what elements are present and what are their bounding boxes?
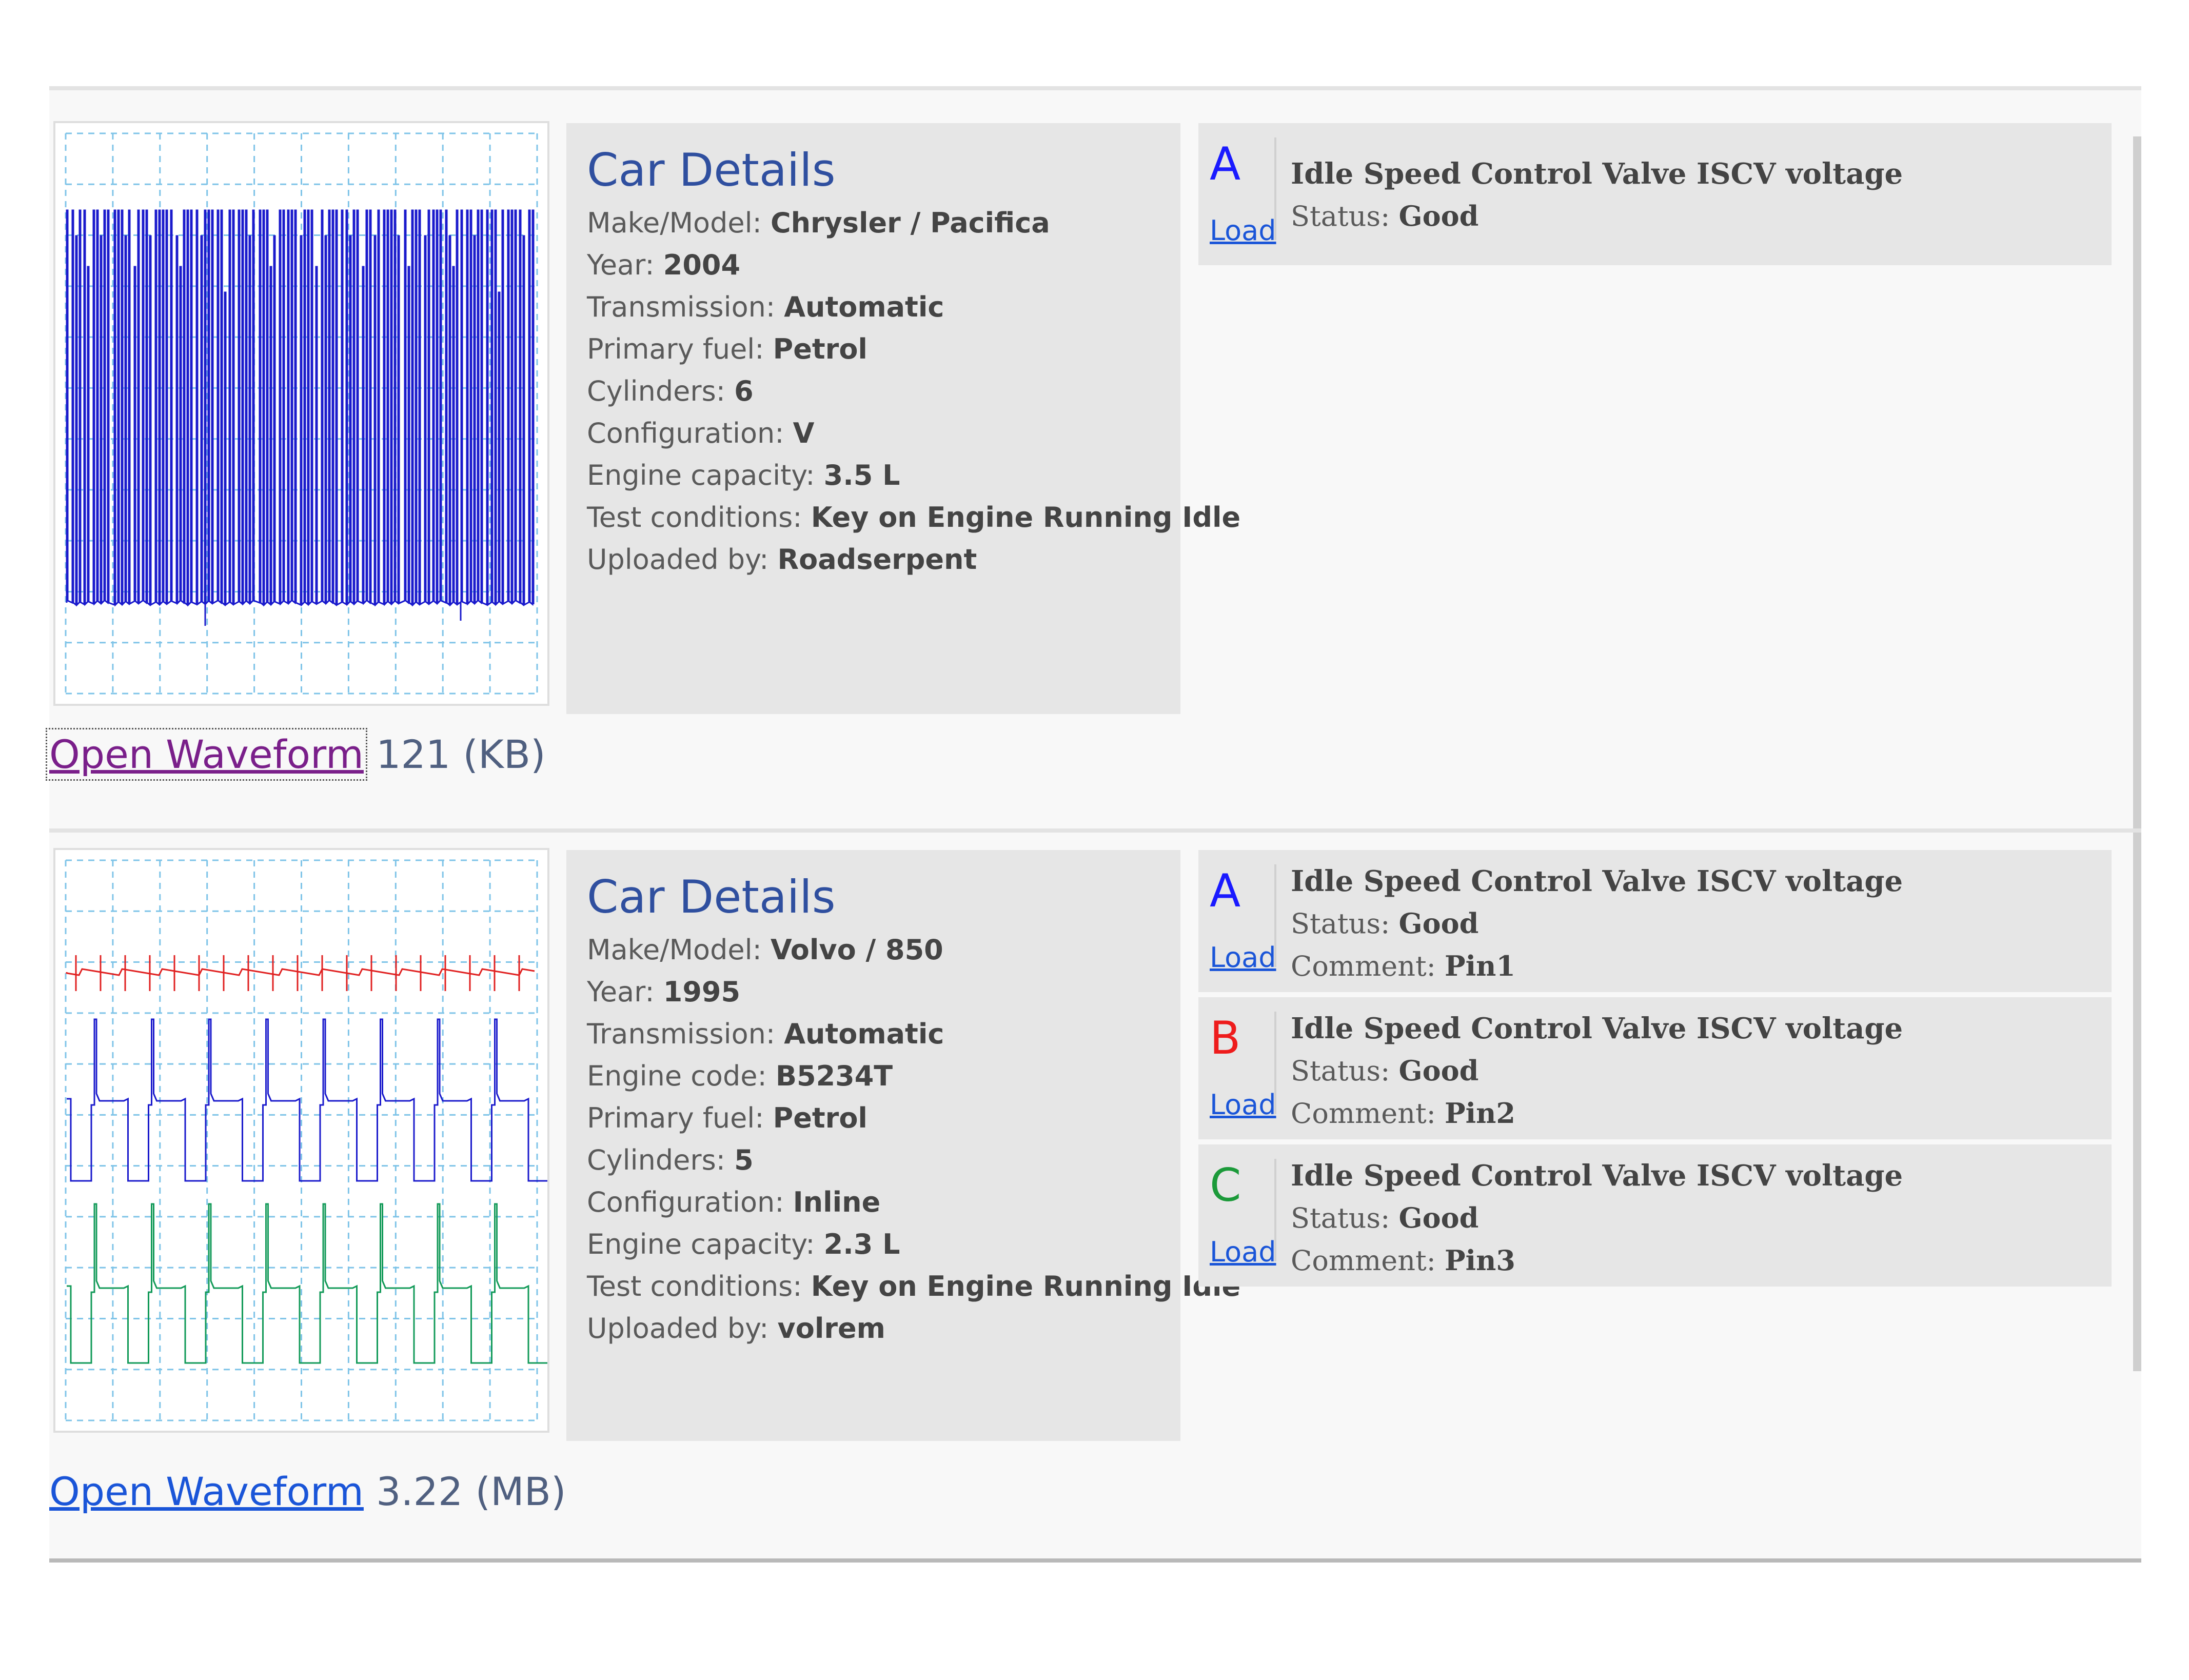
- channel-status: Status: Good: [1291, 200, 1479, 232]
- channel-letter: A: [1210, 864, 1241, 917]
- channel-comment: Comment: Pin3: [1291, 1244, 1515, 1277]
- channel-info: Idle Speed Control Valve ISCV voltage St…: [1291, 153, 1903, 238]
- divider: [1274, 864, 1276, 967]
- load-link[interactable]: Load: [1210, 214, 1276, 247]
- channel-letter: A: [1210, 137, 1241, 190]
- file-size: 121 (KB): [376, 732, 546, 777]
- detail-make-model: Make/Model: Volvo / 850: [587, 934, 943, 966]
- channel-letter: B: [1210, 1012, 1241, 1064]
- detail-test-conditions: Test conditions: Key on Engine Running I…: [587, 1270, 1241, 1302]
- waveform-record-1: Car Details Make/Model: Chrysler / Pacif…: [46, 86, 2141, 837]
- open-waveform-link[interactable]: Open Waveform: [49, 1469, 364, 1514]
- car-details-title: Car Details: [587, 871, 836, 923]
- channel-title: Idle Speed Control Valve ISCV voltage: [1291, 1012, 1903, 1045]
- detail-cylinders: Cylinders: 6: [587, 375, 754, 407]
- waveform-trace-a: [67, 1018, 547, 1182]
- divider: [1274, 137, 1276, 240]
- detail-primary-fuel: Primary fuel: Petrol: [587, 333, 867, 365]
- channel-status: Status: Good: [1291, 907, 1479, 940]
- channel-c: C Load Idle Speed Control Valve ISCV vol…: [1198, 1144, 2112, 1287]
- scrollbar[interactable]: [2133, 833, 2141, 1371]
- detail-configuration: Configuration: Inline: [587, 1186, 881, 1218]
- channel-info: Idle Speed Control Valve ISCV voltage St…: [1291, 1155, 1903, 1282]
- channel-status: Status: Good: [1291, 1201, 1479, 1234]
- detail-engine-capacity: Engine capacity: 2.3 L: [587, 1228, 900, 1260]
- waveform-thumbnail[interactable]: [53, 848, 549, 1433]
- channel-title: Idle Speed Control Valve ISCV voltage: [1291, 157, 1903, 191]
- channel-title: Idle Speed Control Valve ISCV voltage: [1291, 864, 1903, 898]
- detail-primary-fuel: Primary fuel: Petrol: [587, 1102, 867, 1134]
- detail-transmission: Transmission: Automatic: [587, 1018, 944, 1050]
- channel-info: Idle Speed Control Valve ISCV voltage St…: [1291, 1007, 1903, 1135]
- channel-status: Status: Good: [1291, 1054, 1479, 1087]
- waveform-thumbnail[interactable]: [53, 121, 549, 706]
- waveform-record-2: Car Details Make/Model: Volvo / 850 Year…: [49, 828, 2141, 1563]
- load-link[interactable]: Load: [1210, 941, 1276, 974]
- waveform-preview: [65, 132, 538, 695]
- car-details-title: Car Details: [587, 144, 836, 196]
- channel-info: Idle Speed Control Valve ISCV voltage St…: [1291, 860, 1903, 987]
- car-details-panel: Car Details Make/Model: Chrysler / Pacif…: [566, 123, 1241, 714]
- divider: [1274, 1159, 1276, 1261]
- open-waveform-link[interactable]: Open Waveform: [46, 728, 367, 781]
- waveform-trace-a: [66, 209, 535, 607]
- channel-title: Idle Speed Control Valve ISCV voltage: [1291, 1159, 1903, 1193]
- channel-a: A Load Idle Speed Control Valve ISCV vol…: [1198, 123, 2112, 265]
- divider: [1274, 1012, 1276, 1114]
- channel-comment: Comment: Pin2: [1291, 1097, 1515, 1130]
- load-link[interactable]: Load: [1210, 1089, 1276, 1121]
- detail-engine-capacity: Engine capacity: 3.5 L: [587, 459, 900, 491]
- open-waveform-row: Open Waveform 3.22 (MB): [49, 1469, 566, 1515]
- detail-make-model: Make/Model: Chrysler / Pacifica: [587, 207, 1050, 239]
- detail-configuration: Configuration: V: [587, 417, 815, 449]
- detail-year: Year: 1995: [587, 976, 741, 1008]
- file-size: 3.22 (MB): [376, 1469, 566, 1514]
- channel-b: B Load Idle Speed Control Valve ISCV vol…: [1198, 997, 2112, 1139]
- detail-cylinders: Cylinders: 5: [587, 1144, 754, 1176]
- scrollbar[interactable]: [2133, 136, 2141, 829]
- waveform-trace-c: [67, 1203, 547, 1364]
- channel-letter: C: [1210, 1159, 1241, 1212]
- open-waveform-row: Open Waveform 121 (KB): [46, 728, 546, 781]
- car-details-panel: Car Details Make/Model: Volvo / 850 Year…: [566, 850, 1241, 1441]
- channel-comment: Comment: Pin1: [1291, 950, 1515, 982]
- detail-engine-code: Engine code: B5234T: [587, 1060, 893, 1092]
- detail-test-conditions: Test conditions: Key on Engine Running I…: [587, 501, 1241, 533]
- load-link[interactable]: Load: [1210, 1236, 1276, 1268]
- detail-uploaded-by: Uploaded by: volrem: [587, 1312, 885, 1345]
- waveform-preview: [65, 859, 547, 1421]
- detail-uploaded-by: Uploaded by: Roadserpent: [587, 543, 977, 576]
- channel-a: A Load Idle Speed Control Valve ISCV vol…: [1198, 850, 2112, 992]
- detail-year: Year: 2004: [587, 249, 741, 281]
- detail-transmission: Transmission: Automatic: [587, 291, 944, 323]
